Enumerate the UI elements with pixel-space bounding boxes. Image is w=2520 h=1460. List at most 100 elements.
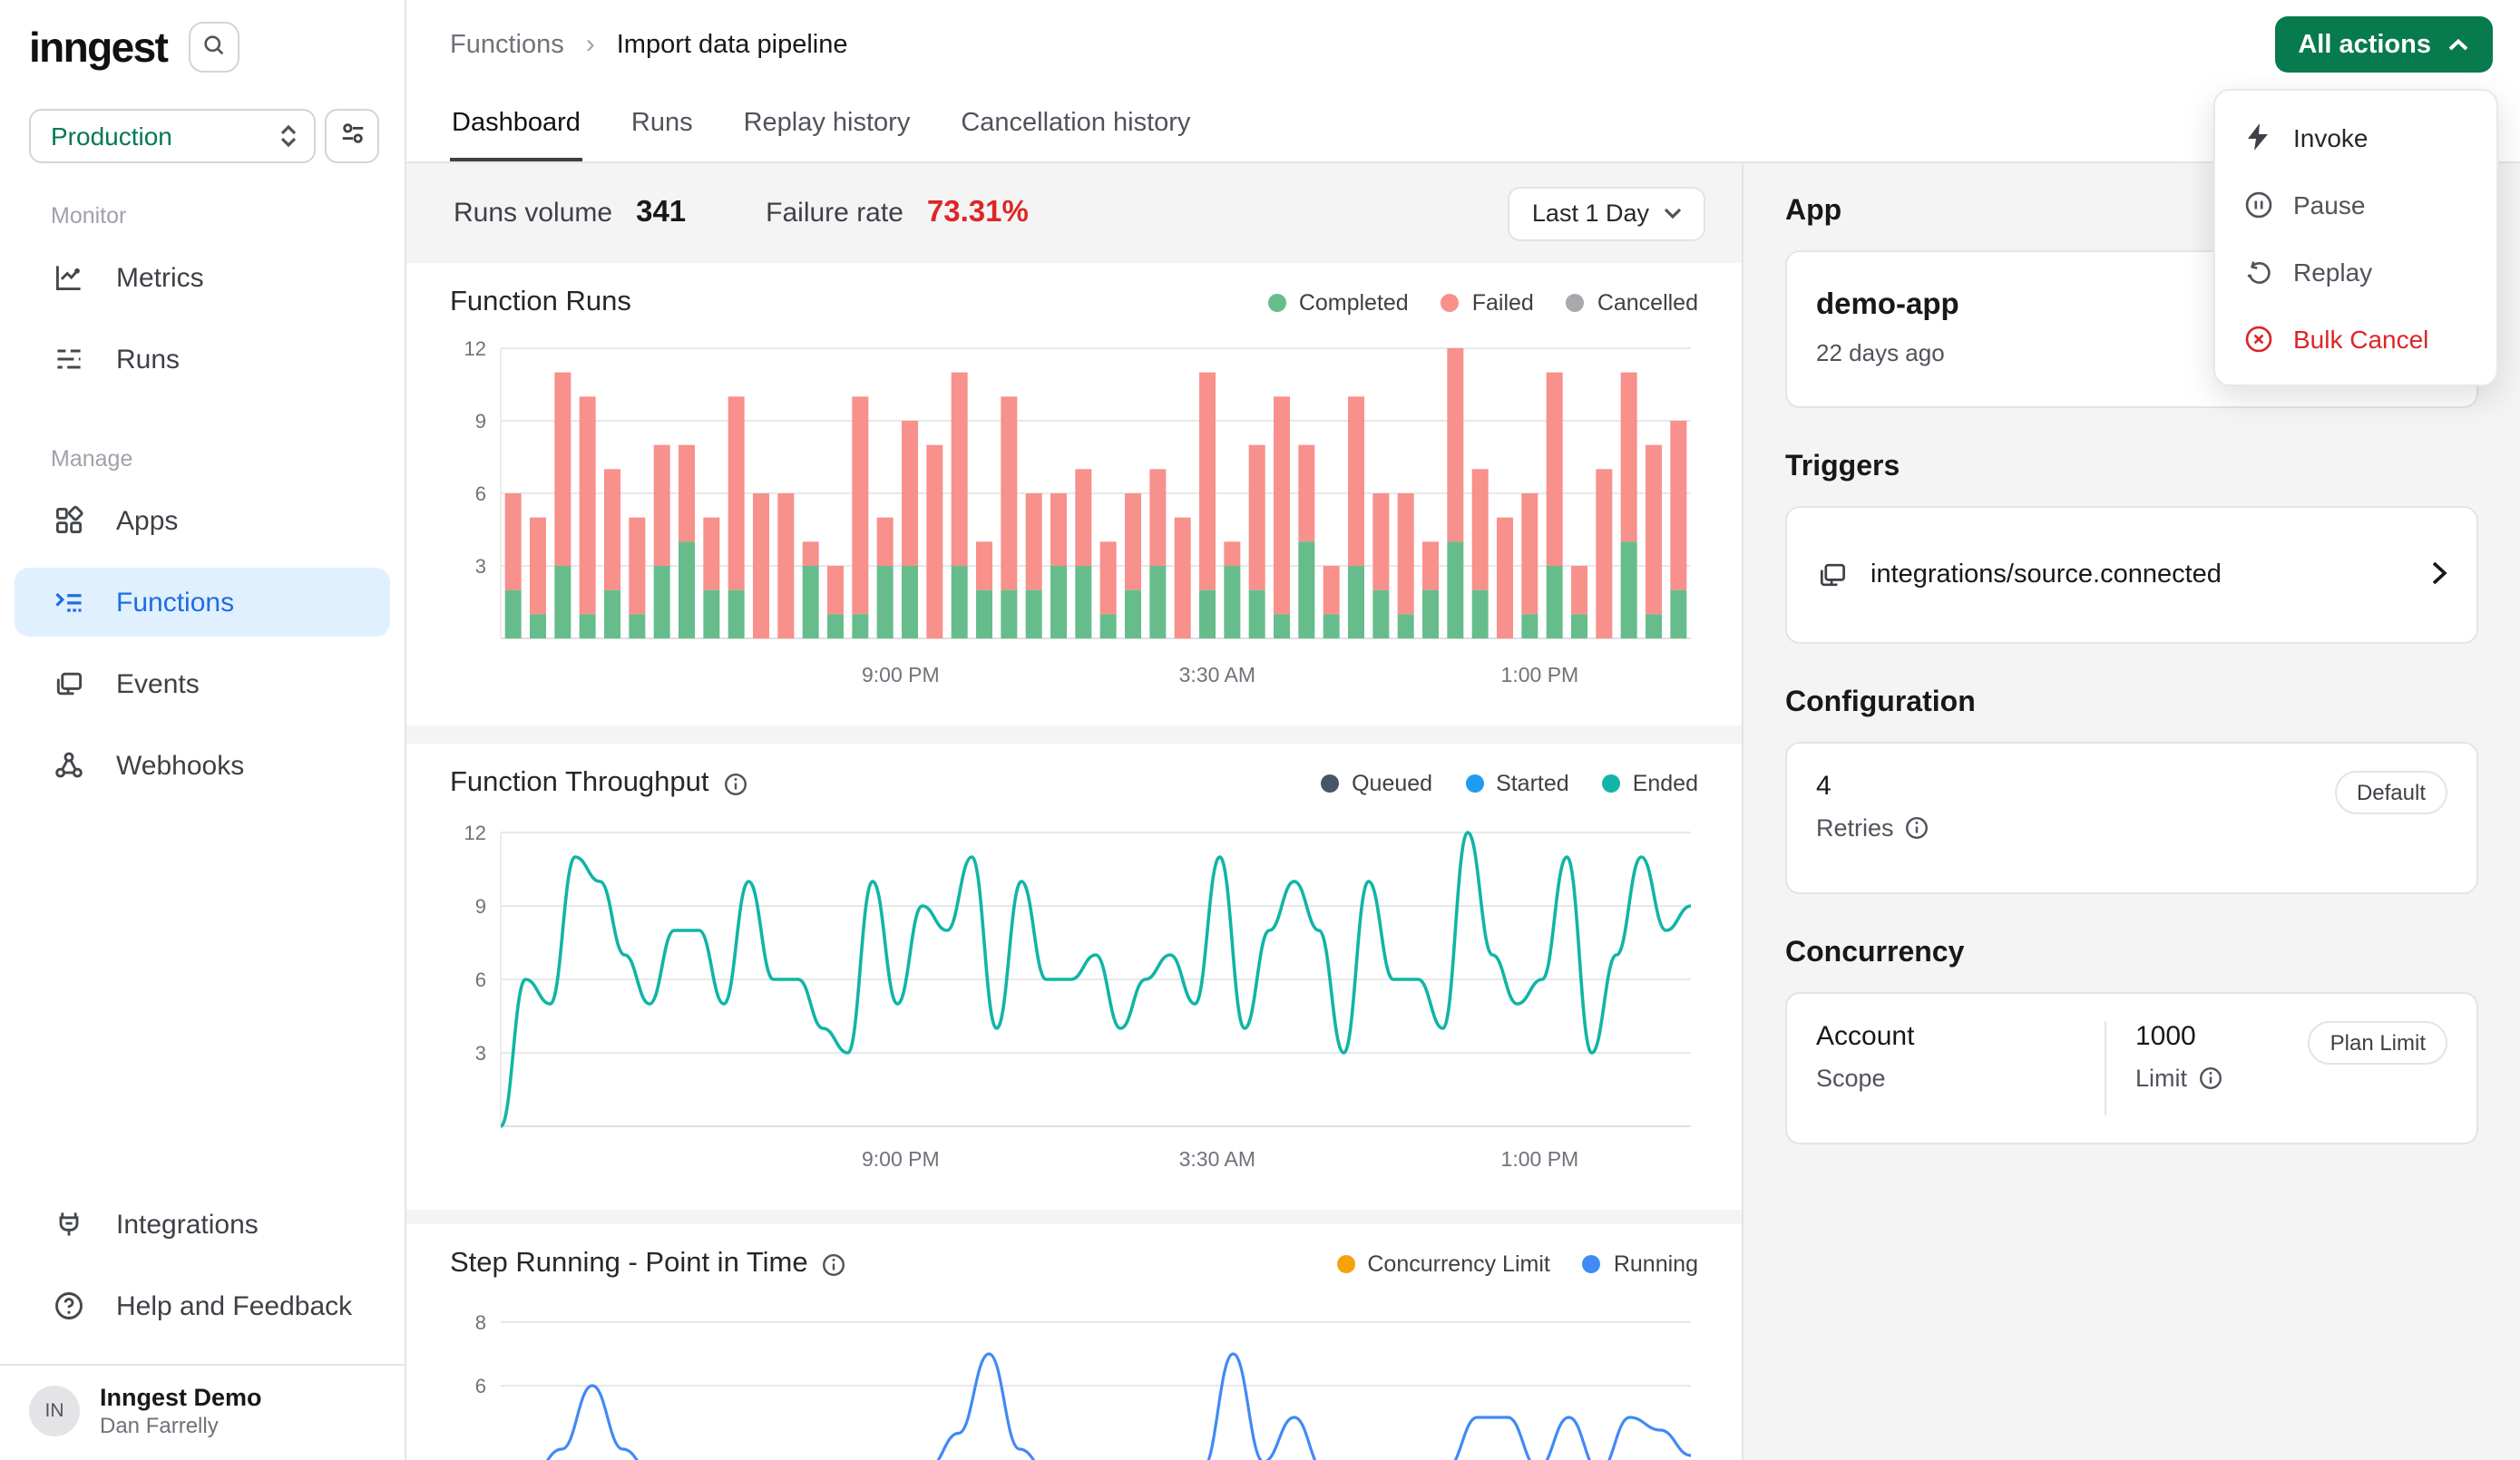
runs-volume-value: 341 [636,196,686,230]
sidebar-item-label: Metrics [116,262,204,293]
all-actions-menu: Invoke Pause Replay Bulk Cancel [2213,89,2498,386]
environment-select[interactable]: Production [29,109,316,163]
cancelled-dot-icon [1567,294,1585,312]
tab-runs[interactable]: Runs [630,91,695,161]
function-runs-chart: 369129:00 PM3:30 AM1:00 PM [450,334,1698,702]
step-running-card: Step Running - Point in Time Concurrency… [406,1224,1742,1460]
function-runs-legend: Completed Failed Cancelled [1268,290,1698,316]
breadcrumb-chevron-icon: › [586,29,595,60]
info-icon[interactable] [724,772,747,795]
trigger-row[interactable]: integrations/source.connected [1785,506,2478,644]
menu-item-pause[interactable]: Pause [2215,170,2496,238]
pause-circle-icon [2242,190,2273,219]
chevron-down-icon [1664,207,1682,219]
trigger-event-name: integrations/source.connected [1870,560,2409,589]
breadcrumb-functions[interactable]: Functions [450,30,564,59]
avatar: IN [29,1386,80,1436]
menu-item-bulk-cancel[interactable]: Bulk Cancel [2215,305,2496,372]
svg-text:6: 6 [475,1375,486,1397]
sidebar-item-help[interactable]: Help and Feedback [15,1271,390,1340]
function-runs-card: Function Runs Completed Failed Cancelled… [406,263,1742,725]
default-badge: Default [2335,771,2447,814]
webhooks-icon [51,749,87,782]
svg-text:1:00 PM: 1:00 PM [1501,1147,1579,1171]
sidebar-section-monitor: Monitor [0,203,405,229]
chevron-up-icon [2447,37,2469,52]
page-title: Import data pipeline [617,30,848,59]
info-icon[interactable] [823,1252,846,1276]
sidebar-item-apps[interactable]: Apps [15,486,390,555]
event-icon [1816,559,1849,591]
concurrency-card: Account Scope 1000 Limit Plan Limit [1785,992,2478,1144]
tab-cancellation-history[interactable]: Cancellation history [959,91,1192,161]
limit-value: 1000 [2135,1021,2222,1052]
search-icon [201,32,227,63]
sidebar-item-metrics[interactable]: Metrics [15,243,390,312]
concurrency-limit-dot-icon [1336,1255,1354,1273]
legend-concurrency-limit: Concurrency Limit [1336,1251,1549,1277]
menu-item-label: Invoke [2293,122,2369,151]
svg-text:6: 6 [475,968,486,991]
svg-text:9: 9 [475,895,486,918]
tab-dashboard[interactable]: Dashboard [450,91,582,161]
retries-value: 4 [1816,771,1929,802]
step-running-title: Step Running - Point in Time [450,1248,846,1280]
sidebar-item-integrations[interactable]: Integrations [15,1190,390,1259]
function-throughput-card: Function Throughput Queued Started Ended… [406,744,1742,1210]
svg-text:3:30 AM: 3:30 AM [1179,663,1255,686]
sidebar-item-label: Runs [116,344,180,375]
scope-label: Scope [1816,1065,2076,1092]
sidebar-item-functions[interactable]: Functions [15,568,390,637]
svg-text:1:00 PM: 1:00 PM [1501,663,1579,686]
stat-failure-rate: Failure rate 73.31% [766,196,1029,230]
menu-item-replay[interactable]: Replay [2215,238,2496,305]
lightning-icon [2242,123,2273,151]
completed-dot-icon [1268,294,1286,312]
app-window: inngest Production Monitor [0,0,2520,1460]
functions-icon [51,586,87,618]
step-running-legend: Concurrency Limit Running [1336,1251,1698,1277]
menu-item-label: Replay [2293,257,2372,286]
sidebar-item-webhooks[interactable]: Webhooks [15,731,390,800]
legend-cancelled: Cancelled [1567,290,1698,316]
tab-replay-history[interactable]: Replay history [742,91,913,161]
retries-label: Retries [1816,814,1929,842]
user-name: Dan Farrelly [100,1413,262,1438]
failure-rate-label: Failure rate [766,198,903,229]
sidebar-item-label: Apps [116,505,178,536]
user-org: Inngest Demo [100,1384,262,1411]
page-header: Functions › Import data pipeline Dashboa… [406,0,2520,163]
retries-card: 4 Retries Default [1785,742,2478,894]
legend-queued: Queued [1321,771,1432,796]
svg-text:9: 9 [475,410,486,433]
user-menu[interactable]: IN Inngest Demo Dan Farrelly [0,1364,405,1460]
menu-item-invoke[interactable]: Invoke [2215,103,2496,170]
sidebar-item-runs[interactable]: Runs [15,325,390,394]
limit-label: Limit [2135,1065,2222,1092]
sidebar-item-events[interactable]: Events [15,649,390,718]
svg-text:12: 12 [464,822,486,844]
step-running-chart: 68 [450,1295,1698,1460]
concurrency-heading: Concurrency [1785,938,2478,970]
search-button[interactable] [189,22,239,73]
help-icon [51,1290,87,1322]
failure-rate-value: 73.31% [927,196,1029,230]
function-throughput-legend: Queued Started Ended [1321,771,1698,796]
svg-text:6: 6 [475,482,486,505]
info-icon[interactable] [1905,816,1929,840]
function-throughput-title: Function Throughput [450,767,747,800]
legend-completed: Completed [1268,290,1409,316]
svg-text:12: 12 [464,337,486,360]
all-actions-button[interactable]: All actions [2274,16,2493,73]
cancel-circle-icon [2242,324,2273,353]
ended-dot-icon [1602,774,1620,793]
info-icon[interactable] [2198,1066,2222,1090]
sidebar-item-label: Help and Feedback [116,1290,352,1321]
all-actions-label: All actions [2298,30,2431,59]
sliders-icon [338,120,366,152]
configuration-heading: Configuration [1785,687,2478,720]
chevron-right-icon [2431,556,2447,594]
environment-settings-button[interactable] [325,109,379,163]
legend-started: Started [1465,771,1569,796]
time-range-select[interactable]: Last 1 Day [1509,186,1705,240]
